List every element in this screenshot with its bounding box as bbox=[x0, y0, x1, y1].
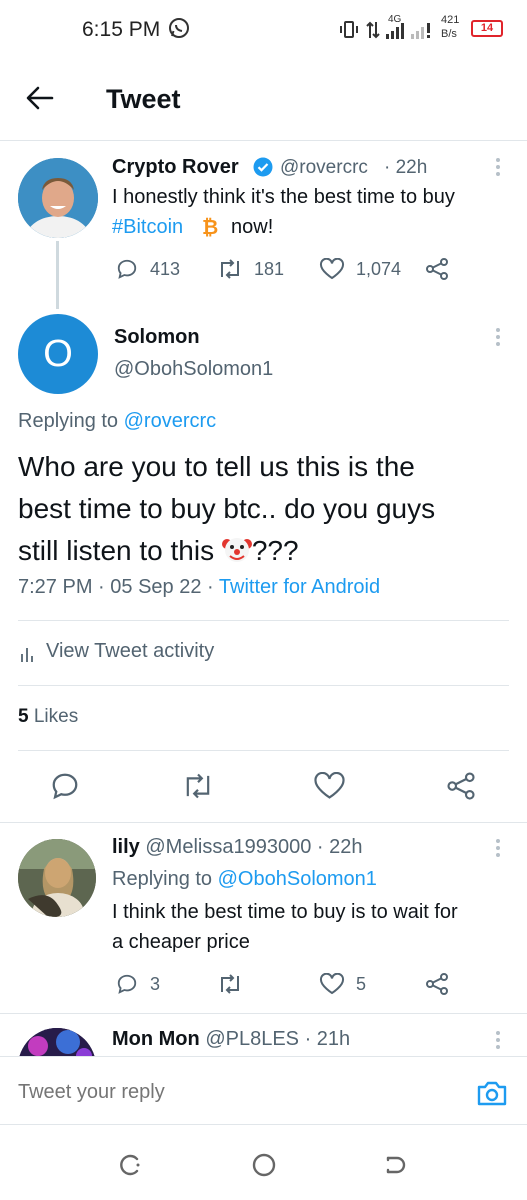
network-speed-value: 421 bbox=[441, 14, 460, 26]
like-count: 5 bbox=[356, 974, 367, 994]
likes-label: Likes bbox=[33, 706, 79, 727]
tweet-text-line3-end: ??? bbox=[251, 535, 299, 566]
recent-apps-icon[interactable] bbox=[119, 1153, 143, 1177]
divider bbox=[18, 620, 509, 621]
likes-count: 5 bbox=[18, 706, 29, 727]
replying-prefix: Replying to bbox=[18, 410, 119, 432]
retweet-count: 181 bbox=[254, 259, 285, 279]
divider bbox=[18, 750, 509, 751]
tweet-text-line1: I honestly think it's the best time to b… bbox=[112, 186, 455, 208]
tweet-time: · 22h bbox=[316, 836, 363, 858]
author-name[interactable]: Solomon bbox=[114, 326, 200, 349]
more-options-icon[interactable] bbox=[495, 328, 501, 349]
analytics-icon bbox=[20, 645, 36, 663]
verified-badge-icon bbox=[253, 157, 273, 177]
replying-to: Replying to @rovercrc bbox=[18, 410, 216, 433]
avatar-letter: O bbox=[43, 333, 73, 375]
tweet-time: 7:27 PM bbox=[18, 576, 93, 598]
tweet-meta: 7:27 PM · 05 Sep 22 · Twitter for Androi… bbox=[18, 576, 380, 599]
clown-emoji-icon bbox=[221, 534, 252, 564]
share-icon[interactable] bbox=[446, 771, 476, 801]
network-speed-unit: B/s bbox=[441, 28, 457, 40]
retweet-icon[interactable] bbox=[217, 258, 243, 280]
divider bbox=[18, 685, 509, 686]
camera-icon[interactable] bbox=[476, 1079, 508, 1107]
avatar[interactable] bbox=[18, 1028, 96, 1056]
author-name[interactable]: Crypto Rover bbox=[112, 156, 239, 179]
like-icon[interactable] bbox=[319, 973, 345, 995]
reply-composer bbox=[0, 1056, 527, 1124]
reply-count: 413 bbox=[150, 259, 181, 279]
reply-icon[interactable] bbox=[50, 771, 80, 801]
replying-to: Replying to @ObohSolomon1 bbox=[112, 868, 377, 891]
reply-count: 3 bbox=[150, 974, 161, 994]
author-name[interactable]: Mon Mon bbox=[112, 1028, 200, 1050]
tweet-time: · 21h bbox=[304, 1028, 351, 1050]
hashtag-link[interactable]: #Bitcoin bbox=[112, 216, 183, 239]
tweet-text-line1: Who are you to tell us this is the bbox=[18, 451, 415, 482]
share-icon[interactable] bbox=[425, 973, 449, 995]
like-icon[interactable] bbox=[313, 772, 346, 800]
reply-input[interactable] bbox=[18, 1077, 438, 1107]
avatar[interactable] bbox=[18, 839, 96, 917]
tweet-text-line1: I think the best time to buy is to wait … bbox=[112, 901, 458, 923]
reply-icon[interactable] bbox=[116, 258, 138, 280]
system-nav-bar bbox=[0, 1125, 527, 1200]
reply-header: Mon Mon @PL8LES · 21h bbox=[112, 1028, 350, 1051]
page-title: Tweet bbox=[106, 84, 181, 114]
view-activity-label: View Tweet activity bbox=[46, 640, 215, 662]
vibrate-icon bbox=[340, 20, 358, 40]
tweet-text-line2: a cheaper price bbox=[112, 931, 250, 953]
like-count: 1,074 bbox=[356, 259, 402, 279]
back-arrow-icon[interactable] bbox=[26, 86, 54, 110]
tweet-text-end: now! bbox=[231, 216, 274, 238]
data-arrows-icon bbox=[366, 20, 380, 40]
replying-handle-link[interactable]: @rovercrc bbox=[124, 410, 217, 432]
tweet-source-link[interactable]: Twitter for Android bbox=[219, 576, 380, 598]
status-time: 6:15 PM bbox=[82, 18, 161, 41]
reply-header: lily @Melissa1993000 · 22h bbox=[112, 836, 362, 859]
author-handle[interactable]: @Melissa1993000 bbox=[145, 836, 311, 858]
author-handle[interactable]: @ObohSolomon1 bbox=[114, 358, 273, 381]
bitcoin-icon: ₿ bbox=[202, 217, 219, 239]
retweet-icon[interactable] bbox=[217, 973, 243, 995]
back-icon[interactable] bbox=[384, 1153, 408, 1177]
main-tweet: O Solomon @ObohSolomon1 Replying to @rov… bbox=[0, 306, 527, 816]
avatar[interactable] bbox=[18, 158, 98, 238]
signal-icon bbox=[384, 22, 434, 40]
more-options-icon[interactable] bbox=[495, 839, 501, 860]
more-options-icon[interactable] bbox=[495, 1031, 501, 1052]
author-handle[interactable]: @PL8LES bbox=[205, 1028, 299, 1050]
more-options-icon[interactable] bbox=[495, 158, 501, 179]
meta-separator: · bbox=[207, 576, 214, 598]
whatsapp-icon bbox=[168, 17, 190, 39]
tweet-text-line3-start: still listen to this bbox=[18, 535, 215, 566]
tweet-date: 05 Sep 22 bbox=[110, 576, 202, 598]
replying-handle-link[interactable]: @ObohSolomon1 bbox=[218, 868, 377, 890]
retweet-icon[interactable] bbox=[181, 772, 215, 800]
likes-summary[interactable]: 5 Likes bbox=[18, 706, 78, 728]
home-icon[interactable] bbox=[251, 1152, 277, 1178]
replying-prefix: Replying to bbox=[112, 868, 213, 890]
tweet-time: · 22h bbox=[384, 157, 428, 178]
tweet-text-line2: best time to buy btc.. do you guys bbox=[18, 493, 436, 524]
battery-level: 14 bbox=[480, 22, 494, 34]
header-bar: Tweet bbox=[0, 60, 527, 140]
reply-icon[interactable] bbox=[116, 973, 138, 995]
parent-tweet[interactable]: Crypto Rover @rovercrc · 22h I honestly … bbox=[0, 141, 527, 309]
avatar[interactable]: O bbox=[18, 314, 98, 394]
reply-tweet[interactable]: Mon Mon @PL8LES · 21h bbox=[0, 1014, 527, 1056]
tweet-text-line3: still listen to this ??? bbox=[18, 530, 435, 572]
tweet-body: Who are you to tell us this is the best … bbox=[18, 446, 435, 572]
share-icon[interactable] bbox=[425, 258, 449, 280]
author-name[interactable]: lily bbox=[112, 836, 140, 858]
author-handle[interactable]: @rovercrc bbox=[280, 157, 368, 179]
status-bar: 6:15 PM 4G 421 B/s 14 bbox=[0, 0, 527, 60]
meta-separator: · bbox=[98, 576, 105, 598]
reply-tweet[interactable]: lily @Melissa1993000 · 22h Replying to @… bbox=[0, 823, 527, 1013]
thread-line bbox=[56, 241, 59, 309]
like-icon[interactable] bbox=[319, 258, 345, 280]
battery-icon: 14 bbox=[471, 20, 503, 37]
